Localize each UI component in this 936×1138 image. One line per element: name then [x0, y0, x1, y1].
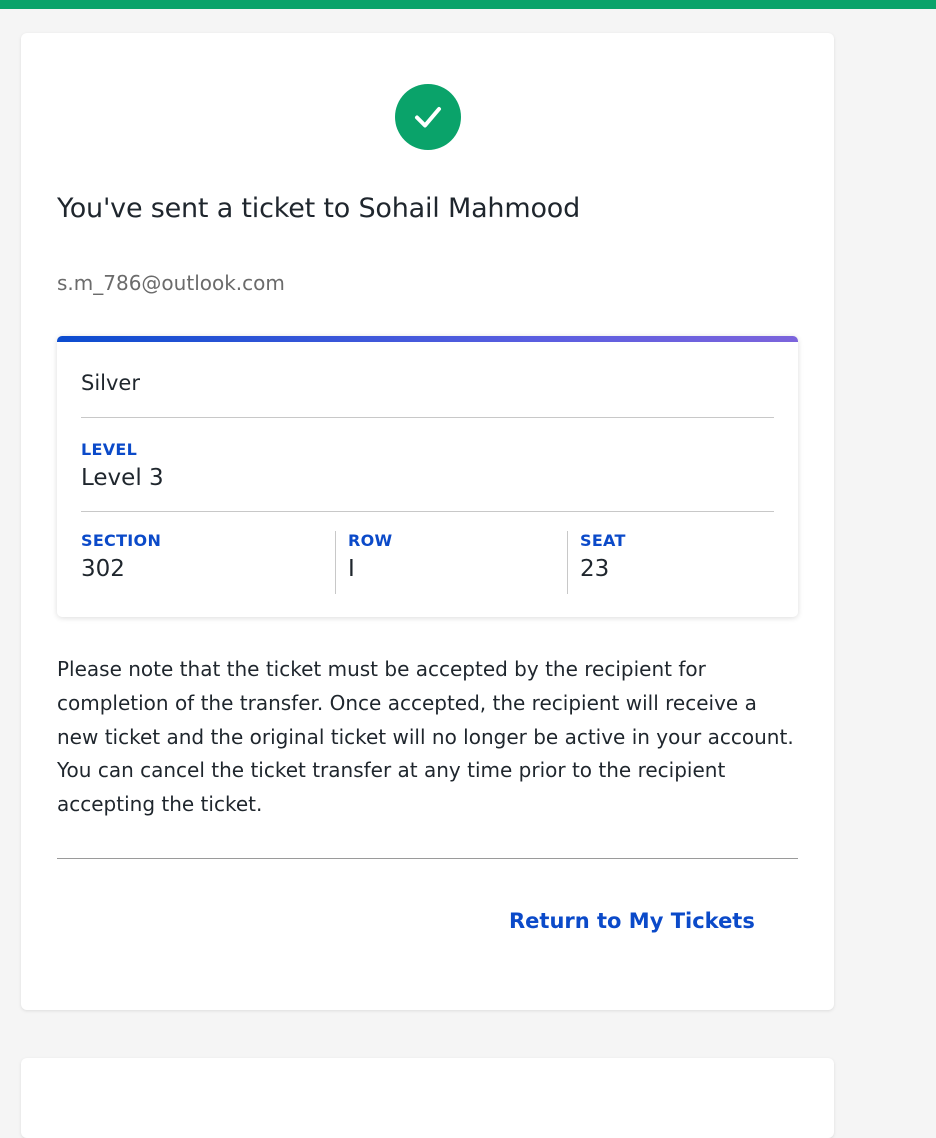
- check-circle-icon: [395, 84, 461, 150]
- checkmark-icon: [415, 107, 441, 128]
- section-label: SECTION: [81, 531, 162, 550]
- row-label: ROW: [348, 531, 393, 550]
- level-value: Level 3: [81, 465, 164, 491]
- transfer-note: Please note that the ticket must be acce…: [57, 657, 794, 817]
- section-value: 302: [81, 556, 125, 582]
- seat-block: SEAT 23: [567, 531, 626, 594]
- seat-label: SEAT: [580, 531, 626, 550]
- section-block: SECTION 302: [81, 531, 161, 594]
- ticket-card: Silver LEVEL Level 3 SECTION 302 ROW I S…: [57, 336, 798, 617]
- seat-value: 23: [580, 556, 610, 582]
- row-block: ROW I: [335, 531, 392, 594]
- top-accent-bar: [0, 0, 936, 9]
- ticket-accent-bar: [57, 336, 798, 342]
- level-block: LEVEL Level 3: [81, 440, 164, 491]
- recipient-email: s.m_786@outlook.com: [57, 271, 285, 295]
- secondary-card: [21, 1058, 834, 1138]
- ticket-divider: [81, 417, 774, 418]
- section-divider: [57, 858, 798, 859]
- confirmation-title: You've sent a ticket to Sohail Mahmood: [57, 193, 581, 224]
- return-to-my-tickets-link[interactable]: Return to My Tickets: [509, 909, 755, 933]
- ticket-divider: [81, 511, 774, 512]
- level-label: LEVEL: [81, 440, 138, 459]
- ticket-type: Silver: [81, 371, 140, 395]
- row-value: I: [348, 556, 355, 582]
- transfer-confirmation-card: You've sent a ticket to Sohail Mahmood s…: [21, 33, 834, 1010]
